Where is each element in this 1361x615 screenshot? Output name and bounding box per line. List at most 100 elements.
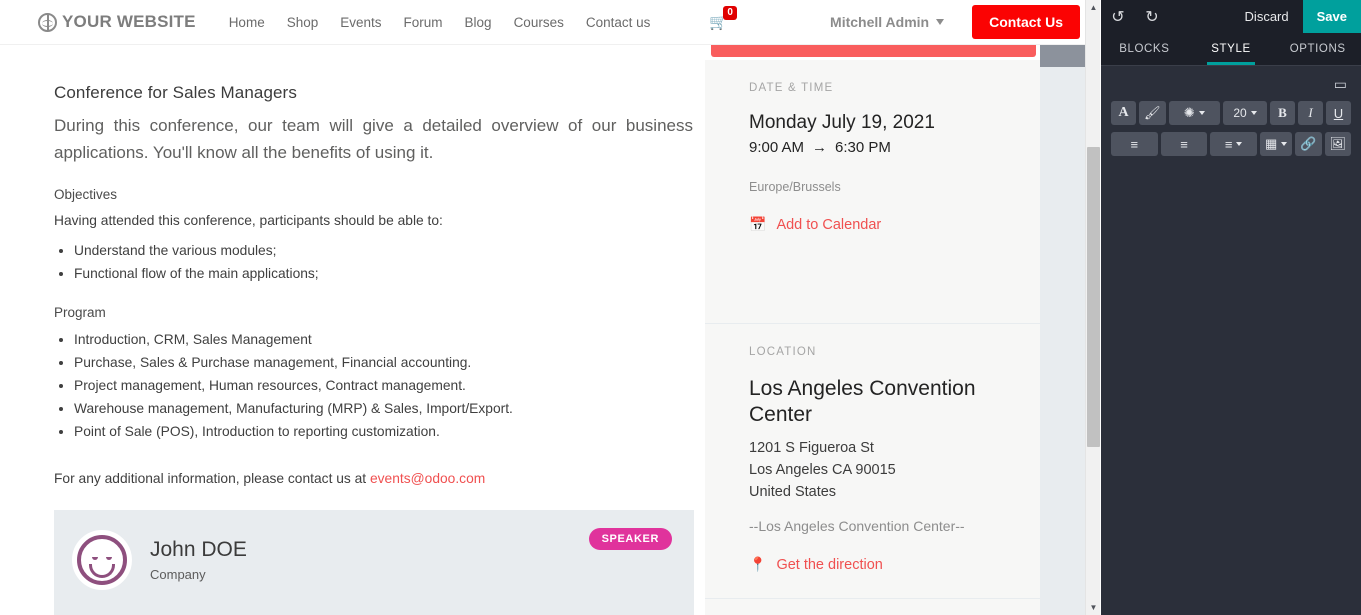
objectives-heading: Objectives — [54, 186, 118, 202]
magic-wand-icon: ✺ — [1183, 105, 1195, 120]
speaker-identity: John DOE Company — [150, 538, 247, 582]
site-navbar: YOUR WEBSITE Home Shop Events Forum Blog… — [0, 0, 1100, 45]
nav-link-home[interactable]: Home — [218, 15, 276, 30]
table-button[interactable]: ▦ — [1260, 132, 1293, 156]
avatar — [72, 530, 132, 591]
site-brand[interactable]: YOUR WEBSITE — [38, 12, 196, 32]
list-item: Purchase, Sales & Purchase management, F… — [74, 353, 693, 374]
speaker-name: John DOE — [150, 538, 247, 562]
nav-link-courses[interactable]: Courses — [503, 15, 575, 30]
image-button[interactable]: 🖼 — [1324, 132, 1352, 156]
website-viewport: YOUR WEBSITE Home Shop Events Forum Blog… — [0, 0, 1100, 615]
speaker-header: John DOE Company — [72, 530, 672, 591]
register-button[interactable] — [711, 45, 1036, 57]
screen: YOUR WEBSITE Home Shop Events Forum Blog… — [0, 0, 1361, 615]
text-format-toolbar-row-1: A 🖌 ✺ 20 B I U — [1111, 101, 1351, 125]
nav-link-shop[interactable]: Shop — [276, 15, 330, 30]
redo-icon[interactable]: ↻ — [1135, 0, 1169, 33]
ordered-list-button[interactable]: ≡ — [1160, 132, 1208, 156]
chevron-down-icon — [1236, 142, 1243, 146]
objectives-list: Understand the various modules; Function… — [74, 241, 693, 285]
tab-style[interactable]: STYLE — [1188, 33, 1275, 65]
bullet-list-icon: ≡ — [1130, 136, 1139, 152]
table-icon: ▦ — [1265, 136, 1278, 151]
eraser-row: ▭ — [1111, 74, 1351, 94]
tab-blocks[interactable]: BLOCKS — [1101, 33, 1188, 65]
event-time-range: 9:00 AM → 6:30 PM — [749, 139, 996, 156]
underline-button[interactable]: U — [1326, 101, 1351, 125]
font-color-glyph: A — [1118, 105, 1129, 120]
cart-button[interactable]: 🛒 0 — [709, 5, 737, 30]
numbered-list-icon: ≡ — [1180, 136, 1188, 152]
contact-prefix-text: For any additional information, please c… — [54, 471, 370, 487]
date-time-card: DATE & TIME Monday July 19, 2021 9:00 AM… — [705, 60, 1040, 323]
scroll-up-arrow-icon[interactable]: ▲ — [1086, 0, 1100, 15]
nav-link-events[interactable]: Events — [329, 15, 392, 30]
event-lead-paragraph: During this conference, our team will gi… — [54, 116, 693, 162]
address-line-1: 1201 S Figueroa St — [749, 440, 874, 457]
add-to-calendar-label: Add to Calendar — [776, 216, 882, 233]
event-time-start: 9:00 AM — [749, 139, 805, 156]
tab-options[interactable]: OPTIONS — [1274, 33, 1361, 65]
save-button[interactable]: Save — [1302, 0, 1361, 33]
chevron-down-icon — [1198, 111, 1205, 115]
eraser-icon[interactable]: ▭ — [1334, 76, 1347, 93]
italic-button[interactable]: I — [1298, 101, 1323, 125]
background-color-button[interactable]: 🖌 — [1139, 101, 1166, 125]
font-color-button[interactable]: A — [1111, 101, 1136, 125]
contact-us-button[interactable]: Contact Us — [972, 5, 1080, 39]
list-item: Understand the various modules; — [74, 241, 693, 262]
style-format-button[interactable]: ✺ — [1168, 101, 1220, 125]
venue-address: 1201 S Figueroa St Los Angeles CA 90015 … — [749, 438, 996, 503]
italic-glyph: I — [1308, 105, 1313, 120]
event-description-column: Conference for Sales Managers During thi… — [0, 45, 705, 615]
list-item: Introduction, CRM, Sales Management — [74, 330, 693, 351]
browser-scrollbar[interactable]: ▲ ▼ — [1085, 0, 1100, 615]
editor-tabs: BLOCKS STYLE OPTIONS — [1101, 33, 1361, 66]
list-item: Warehouse management, Manufacturing (MRP… — [74, 399, 693, 420]
nav-link-contact-us[interactable]: Contact us — [575, 15, 662, 30]
align-button[interactable]: ≡ — [1210, 132, 1258, 156]
event-date: Monday July 19, 2021 — [749, 112, 935, 133]
list-item: Point of Sale (POS), Introduction to rep… — [74, 422, 693, 443]
align-left-icon: ≡ — [1224, 136, 1233, 152]
event-time-end: 6:30 PM — [835, 139, 891, 156]
chevron-down-icon — [1281, 142, 1288, 146]
link-icon: 🔗 — [1300, 136, 1317, 151]
get-direction-link[interactable]: 📍 Get the direction — [749, 556, 996, 573]
contact-email-link[interactable]: events@odoo.com — [370, 471, 485, 486]
bold-button[interactable]: B — [1270, 101, 1295, 125]
list-item: Project management, Human resources, Con… — [74, 376, 693, 397]
status-badge: SPEAKER — [588, 528, 672, 551]
event-timezone: Europe/Brussels — [749, 180, 841, 194]
nav-link-blog[interactable]: Blog — [454, 15, 503, 30]
event-info-column: DATE & TIME Monday July 19, 2021 9:00 AM… — [705, 45, 1085, 615]
primary-nav: Home Shop Events Forum Blog Courses Cont… — [218, 15, 662, 30]
location-label: LOCATION — [749, 346, 817, 358]
scroll-down-arrow-icon[interactable]: ▼ — [1086, 600, 1100, 615]
globe-icon — [38, 12, 57, 32]
speaker-card: SPEAKER John DOE Company At just 13 year… — [54, 510, 694, 615]
contact-paragraph: For any additional information, please c… — [54, 471, 693, 486]
link-button[interactable]: 🔗 — [1295, 132, 1322, 156]
scrollbar-thumb[interactable] — [1087, 147, 1100, 447]
event-page-body: Conference for Sales Managers During thi… — [0, 45, 1085, 615]
next-card-peek — [705, 599, 1040, 615]
nav-link-forum[interactable]: Forum — [393, 15, 454, 30]
website-editor-panel: ↺ ↻ Discard Save BLOCKS STYLE OPTIONS ▭ … — [1101, 0, 1361, 615]
add-to-calendar-link[interactable]: 📅 Add to Calendar — [749, 216, 996, 233]
discard-button[interactable]: Discard — [1231, 0, 1303, 33]
font-size-button[interactable]: 20 — [1223, 101, 1267, 125]
location-card: LOCATION Los Angeles Convention Center 1… — [705, 324, 1040, 598]
unordered-list-button[interactable]: ≡ — [1111, 132, 1158, 156]
user-menu[interactable]: Mitchell Admin — [830, 14, 945, 30]
chevron-down-icon — [1250, 111, 1257, 115]
objectives-intro: Having attended this conference, partici… — [54, 212, 443, 228]
date-time-label: DATE & TIME — [749, 82, 834, 94]
font-size-value: 20 — [1233, 106, 1247, 120]
event-title: Conference for Sales Managers — [54, 83, 297, 102]
paintbrush-icon: 🖌 — [1144, 105, 1161, 120]
undo-icon[interactable]: ↺ — [1101, 0, 1135, 33]
user-menu-label: Mitchell Admin — [830, 14, 930, 30]
address-line-2: Los Angeles CA 90015 — [749, 461, 896, 478]
